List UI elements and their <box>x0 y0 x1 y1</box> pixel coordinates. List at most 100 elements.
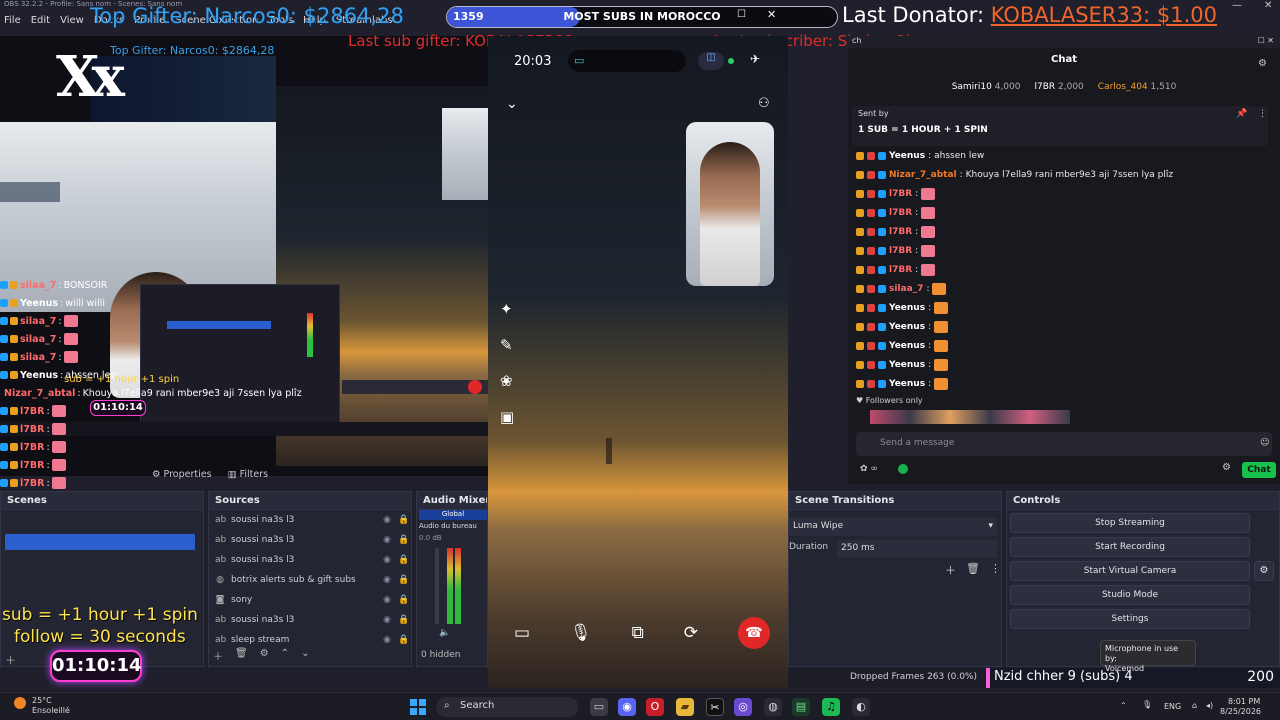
source-row[interactable]: ◙ sony ◉ 🔒 <box>209 590 411 610</box>
lock-icon[interactable]: 🔒 <box>397 535 411 545</box>
taskbar-search[interactable]: ⌕ Search <box>436 697 578 717</box>
chat-username[interactable]: Yeenus <box>889 303 925 313</box>
discord-icon[interactable]: ◉ <box>618 698 636 716</box>
menu-edit[interactable]: Edit <box>31 15 50 26</box>
lock-icon[interactable]: 🔒 <box>397 635 411 645</box>
lock-icon[interactable]: 🔒 <box>397 515 411 525</box>
camera-icon[interactable]: ▭ <box>514 623 530 643</box>
source-row[interactable]: ab soussi na3s l3 ◉ 🔒 <box>209 510 411 530</box>
microphone-icon[interactable]: 🎙 <box>570 623 592 643</box>
add-source-icon[interactable]: ＋ <box>213 648 223 664</box>
transition-select[interactable]: Luma Wipe ▾ <box>789 518 997 536</box>
tray-expand-icon[interactable]: ⌃ <box>1120 701 1127 710</box>
start-virtual-camera-button[interactable]: Start Virtual Camera <box>1010 561 1250 581</box>
maximize-icon[interactable]: ☐ <box>737 9 746 20</box>
virtual-camera-settings-icon[interactable]: ⚙ <box>1254 561 1274 581</box>
minimize-icon[interactable]: — <box>1232 0 1242 11</box>
image-icon[interactable]: ▣ <box>500 408 520 426</box>
end-call-button[interactable]: ☎ <box>737 617 770 649</box>
chat-username[interactable]: l7BR <box>889 246 912 256</box>
chat-username[interactable]: l7BR <box>889 208 912 218</box>
chat-username[interactable]: Yeenus <box>889 151 925 161</box>
move-up-icon[interactable]: ⌃ <box>281 648 289 664</box>
chat-gear-icon[interactable]: ⚙ <box>1222 462 1231 473</box>
menu-view[interactable]: View <box>60 15 84 26</box>
chat-username[interactable]: Yeenus <box>889 341 925 351</box>
visibility-icon[interactable]: ◉ <box>383 615 391 625</box>
speaker-icon[interactable]: 🔈 <box>439 628 450 638</box>
effects-icon[interactable]: ❀ <box>500 372 520 390</box>
visibility-icon[interactable]: ◉ <box>383 595 391 605</box>
settings-button[interactable]: Settings <box>1010 609 1250 629</box>
send-chat-button[interactable]: Chat <box>1242 462 1276 478</box>
source-row[interactable]: ◍ botrix alerts sub & gift subs ◉ 🔒 <box>209 570 411 590</box>
move-down-icon[interactable]: ⌄ <box>301 648 309 664</box>
visibility-icon[interactable]: ◉ <box>383 555 391 565</box>
volume-icon[interactable]: ◂) <box>1206 701 1213 710</box>
terminal-icon[interactable]: ▤ <box>792 698 810 716</box>
more-options-icon[interactable]: ⋮ <box>1258 109 1267 119</box>
studio-mode-button[interactable]: Studio Mode <box>1010 585 1250 605</box>
add-scene-icon[interactable]: ＋ <box>5 652 16 668</box>
clock-time[interactable]: 8:01 PM <box>1228 697 1260 706</box>
opera-icon[interactable]: O <box>646 698 664 716</box>
flip-camera-icon[interactable]: ⟳ <box>684 623 698 643</box>
file-explorer-icon[interactable]: ▰ <box>676 698 694 716</box>
chat-username[interactable]: Nizar_7_abtal <box>889 170 957 180</box>
more-icon[interactable]: ⋮ <box>990 562 1001 578</box>
menu-file[interactable]: File <box>4 15 21 26</box>
chat-settings-icon[interactable]: ⚙ <box>1258 58 1267 69</box>
chat-username[interactable]: l7BR <box>889 227 912 237</box>
chrome-icon[interactable]: ◍ <box>764 698 782 716</box>
chat-tools-icon[interactable]: ✿ ∞ <box>860 464 878 474</box>
close-icon[interactable]: ✕ <box>767 8 776 21</box>
chat-input[interactable]: Send a message <box>856 432 1272 456</box>
lock-icon[interactable]: 🔒 <box>397 575 411 585</box>
obs-icon[interactable]: ◐ <box>852 698 870 716</box>
mixer-global-tab[interactable]: Global <box>419 510 487 520</box>
volume-slider[interactable] <box>435 548 439 624</box>
add-person-icon[interactable]: ⚇ <box>758 96 770 111</box>
source-row[interactable]: ab soussi na3s l3 ◉ 🔒 <box>209 530 411 550</box>
visibility-icon[interactable]: ◉ <box>383 535 391 545</box>
start-button[interactable] <box>410 699 426 715</box>
source-row[interactable]: ab sleep stream ◉ 🔒 <box>209 630 411 650</box>
start-recording-button[interactable]: Start Recording <box>1010 537 1250 557</box>
language-indicator[interactable]: ENG <box>1164 702 1181 711</box>
chat-username[interactable]: l7BR <box>889 189 912 199</box>
phone-self-view[interactable] <box>686 122 774 286</box>
filters-tab[interactable]: ▥ Filters <box>228 469 268 480</box>
visibility-icon[interactable]: ◉ <box>383 635 391 645</box>
lock-icon[interactable]: 🔒 <box>397 555 411 565</box>
app-icon[interactable]: ◎ <box>734 698 752 716</box>
capcut-icon[interactable]: ✂ <box>706 698 724 716</box>
pin-icon[interactable]: ✈ <box>750 52 760 66</box>
emoji-icon[interactable]: ☺ <box>1260 438 1269 448</box>
stop-streaming-button[interactable]: Stop Streaming <box>1010 513 1250 533</box>
emote-bar[interactable] <box>870 410 1070 424</box>
duration-field[interactable]: 250 ms <box>837 540 997 558</box>
chat-username[interactable]: l7BR <box>889 265 912 275</box>
remove-transition-icon[interactable]: 🗑 <box>966 562 980 578</box>
properties-tab[interactable]: ⚙ Properties <box>152 469 212 480</box>
visibility-icon[interactable]: ◉ <box>383 515 391 525</box>
spotify-icon[interactable]: ♫ <box>822 698 840 716</box>
clock-date[interactable]: 8/25/2026 <box>1220 707 1261 716</box>
chat-username[interactable]: Yeenus <box>889 360 925 370</box>
source-row[interactable]: ab soussi na3s l3 ◉ 🔒 <box>209 550 411 570</box>
chat-username[interactable]: silaa_7 <box>889 284 923 294</box>
weather-widget[interactable]: 25°C Ensoleillé <box>32 696 70 716</box>
add-transition-icon[interactable]: ＋ <box>945 562 956 578</box>
points-icon[interactable] <box>898 464 908 474</box>
pin-icon[interactable]: 📌 <box>1236 109 1247 119</box>
source-row[interactable]: ab soussi na3s l3 ◉ 🔒 <box>209 610 411 630</box>
task-view-icon[interactable]: ▭ <box>590 698 608 716</box>
network-icon[interactable]: ⌂ <box>1192 701 1197 710</box>
mic-in-use-icon[interactable]: 🎙 <box>1142 700 1152 709</box>
lock-icon[interactable]: 🔒 <box>397 615 411 625</box>
chat-username[interactable]: Yeenus <box>889 322 925 332</box>
selected-scene[interactable] <box>5 534 195 550</box>
collapse-icon[interactable]: ⌄ <box>506 96 518 112</box>
lock-icon[interactable]: 🔒 <box>397 595 411 605</box>
share-screen-icon[interactable]: ⧉ <box>632 623 644 643</box>
